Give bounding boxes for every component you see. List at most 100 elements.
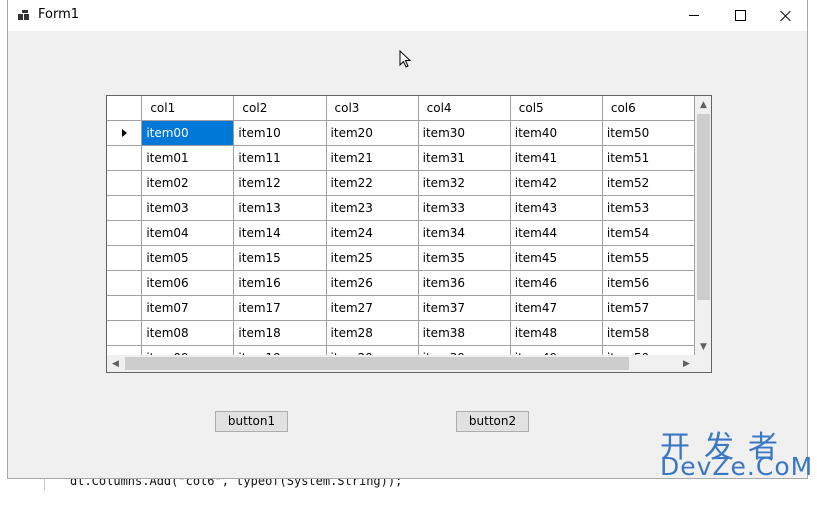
title-bar[interactable]: Form1 <box>8 0 807 31</box>
scroll-right-icon[interactable]: ▶ <box>678 355 695 372</box>
grid-cell[interactable]: item39 <box>418 345 511 355</box>
grid-cell[interactable]: item47 <box>510 295 603 321</box>
grid-cell[interactable]: item01 <box>141 145 235 171</box>
grid-cell[interactable]: item10 <box>233 120 327 146</box>
grid-cell[interactable]: item53 <box>602 195 695 221</box>
grid-cell[interactable]: item52 <box>602 170 695 196</box>
grid-cell[interactable]: item27 <box>326 295 419 321</box>
grid-cell[interactable]: item34 <box>418 220 511 246</box>
table-row[interactable]: item06 item16 item26 item36 item46 item56 <box>107 270 695 296</box>
grid-cell[interactable]: item03 <box>141 195 235 221</box>
vertical-scrollbar[interactable]: ▲ ▼ <box>695 96 711 355</box>
column-header[interactable]: col3 <box>326 96 419 121</box>
table-row[interactable]: item02 item12 item22 item32 item42 item52 <box>107 170 695 196</box>
grid-cell[interactable]: item42 <box>510 170 603 196</box>
grid-cell[interactable]: item18 <box>233 320 327 346</box>
row-header[interactable] <box>107 270 143 296</box>
table-row[interactable]: item00 item10 item20 item30 item40 item50 <box>107 120 695 146</box>
grid-cell[interactable]: item02 <box>141 170 235 196</box>
grid-cell[interactable]: item44 <box>510 220 603 246</box>
grid-cell[interactable]: item07 <box>141 295 235 321</box>
grid-cell[interactable]: item56 <box>602 270 695 296</box>
grid-cell[interactable]: item36 <box>418 270 511 296</box>
vertical-scroll-thumb[interactable] <box>697 114 710 300</box>
grid-cell[interactable]: item22 <box>326 170 419 196</box>
button2[interactable]: button2 <box>456 411 529 432</box>
grid-cell[interactable]: item41 <box>510 145 603 171</box>
scroll-left-icon[interactable]: ◀ <box>107 355 124 372</box>
row-header[interactable] <box>107 120 143 146</box>
grid-cell[interactable]: item04 <box>141 220 235 246</box>
grid-corner-header[interactable] <box>107 96 143 121</box>
grid-cell[interactable]: item23 <box>326 195 419 221</box>
table-row[interactable]: item03 item13 item23 item33 item43 item53 <box>107 195 695 221</box>
grid-cell[interactable]: item48 <box>510 320 603 346</box>
grid-cell[interactable]: item37 <box>418 295 511 321</box>
table-row[interactable]: item07 item17 item27 item37 item47 item57 <box>107 295 695 321</box>
grid-cell[interactable]: item58 <box>602 320 695 346</box>
row-header[interactable] <box>107 245 143 271</box>
column-header[interactable]: col2 <box>233 96 327 121</box>
grid-cell[interactable]: item55 <box>602 245 695 271</box>
grid-cell[interactable]: item51 <box>602 145 695 171</box>
grid-cell[interactable]: item20 <box>326 120 419 146</box>
grid-cell[interactable]: item14 <box>233 220 327 246</box>
close-button[interactable] <box>763 0 809 31</box>
column-header[interactable]: col5 <box>510 96 603 121</box>
grid-cell[interactable]: item54 <box>602 220 695 246</box>
grid-cell[interactable]: item57 <box>602 295 695 321</box>
table-row[interactable]: item05 item15 item25 item35 item45 item55 <box>107 245 695 271</box>
grid-cell[interactable]: item21 <box>326 145 419 171</box>
table-row[interactable]: item01 item11 item21 item31 item41 item51 <box>107 145 695 171</box>
scroll-up-icon[interactable]: ▲ <box>695 96 711 113</box>
grid-cell[interactable]: item49 <box>510 345 603 355</box>
grid-cell[interactable]: item06 <box>141 270 235 296</box>
grid-cell[interactable]: item15 <box>233 245 327 271</box>
row-header[interactable] <box>107 295 143 321</box>
column-header[interactable]: col1 <box>141 96 235 121</box>
row-header[interactable] <box>107 195 143 221</box>
table-row[interactable]: item09item19item29item39item49item59 <box>107 345 695 355</box>
scroll-down-icon[interactable]: ▼ <box>695 338 711 355</box>
grid-cell[interactable]: item26 <box>326 270 419 296</box>
row-header[interactable] <box>107 220 143 246</box>
column-header[interactable]: col6 <box>602 96 695 121</box>
grid-cell[interactable]: item09 <box>141 345 235 355</box>
grid-cell[interactable]: item43 <box>510 195 603 221</box>
grid-cell[interactable]: item46 <box>510 270 603 296</box>
button1[interactable]: button1 <box>215 411 288 432</box>
row-header[interactable] <box>107 320 143 346</box>
grid-cell[interactable]: item38 <box>418 320 511 346</box>
grid-cell[interactable]: item00 <box>141 120 235 146</box>
grid-cell[interactable]: item25 <box>326 245 419 271</box>
grid-cell[interactable]: item31 <box>418 145 511 171</box>
grid-cell[interactable]: item33 <box>418 195 511 221</box>
grid-cell[interactable]: item45 <box>510 245 603 271</box>
maximize-button[interactable] <box>717 0 763 31</box>
grid-cell[interactable]: item29 <box>326 345 419 355</box>
grid-cell[interactable]: item50 <box>602 120 695 146</box>
column-header[interactable]: col4 <box>418 96 511 121</box>
grid-cell[interactable]: item59 <box>602 345 695 355</box>
grid-cell[interactable]: item24 <box>326 220 419 246</box>
grid-cell[interactable]: item32 <box>418 170 511 196</box>
grid-cell[interactable]: item16 <box>233 270 327 296</box>
grid-cell[interactable]: item40 <box>510 120 603 146</box>
grid-cell[interactable]: item05 <box>141 245 235 271</box>
grid-cell[interactable]: item19 <box>233 345 327 355</box>
table-row[interactable]: item04 item14 item24 item34 item44 item54 <box>107 220 695 246</box>
data-grid-view[interactable]: col1 col2 col3 col4 col5 col6 item00 item… <box>106 95 712 373</box>
grid-cell[interactable]: item08 <box>141 320 235 346</box>
horizontal-scroll-thumb[interactable] <box>125 357 629 370</box>
grid-cell[interactable]: item12 <box>233 170 327 196</box>
grid-cell[interactable]: item35 <box>418 245 511 271</box>
table-row[interactable]: item08 item18 item28 item38 item48 item58 <box>107 320 695 346</box>
grid-cell[interactable]: item17 <box>233 295 327 321</box>
row-header[interactable] <box>107 170 143 196</box>
row-header[interactable] <box>107 145 143 171</box>
grid-cell[interactable]: item30 <box>418 120 511 146</box>
row-header[interactable] <box>107 345 143 355</box>
grid-cell[interactable]: item11 <box>233 145 327 171</box>
grid-cell[interactable]: item13 <box>233 195 327 221</box>
grid-cell[interactable]: item28 <box>326 320 419 346</box>
